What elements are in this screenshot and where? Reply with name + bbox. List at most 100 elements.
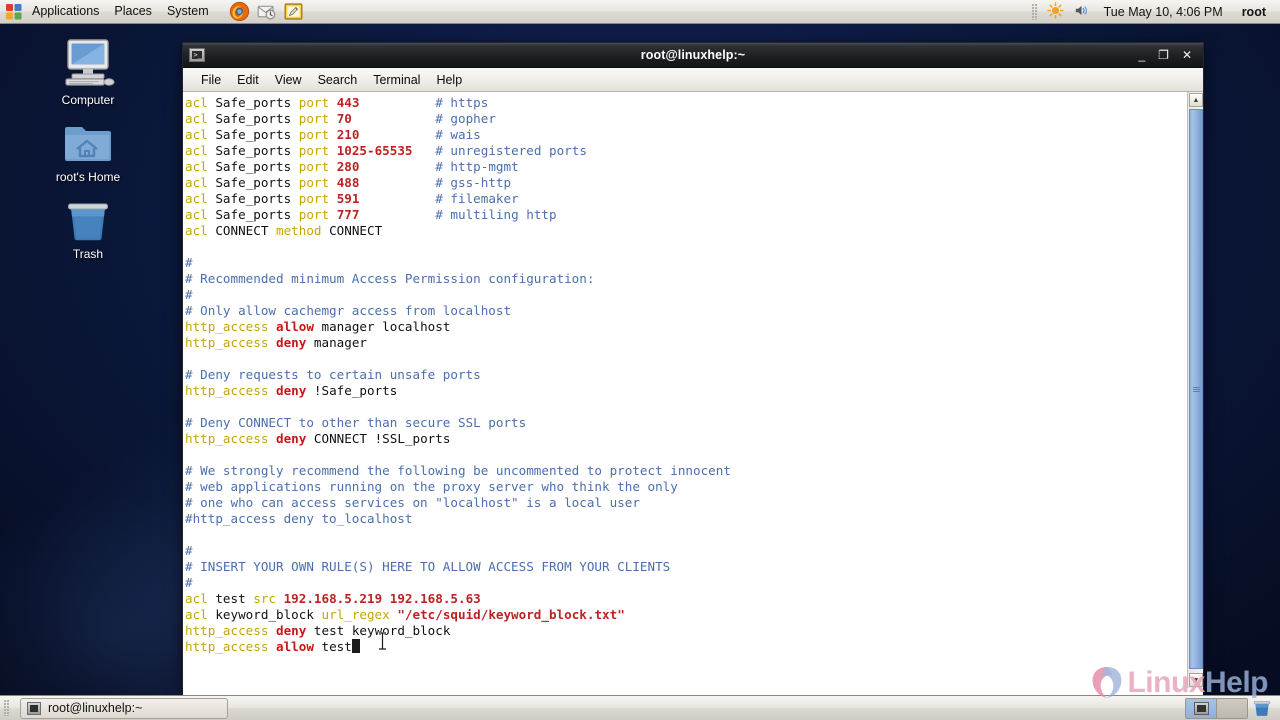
menu-system[interactable]: System [160,2,216,21]
vim-editor-content[interactable]: acl Safe_ports port 443 # https acl Safe_… [183,92,1187,688]
terminal-text-span: # filemaker [435,191,519,206]
terminal-text-span: deny [276,383,307,398]
maximize-button[interactable]: ❐ [1158,49,1169,61]
text-editor-icon[interactable] [283,1,304,22]
terminal-text-span: deny [276,335,307,350]
terminal-text-span: http_access [185,623,269,638]
desktop-icon-computer[interactable]: Computer [36,38,140,107]
terminal-text-span: 210 [336,127,360,142]
terminal-text-span: acl [185,591,208,606]
terminal-text-span: 280 [336,159,360,174]
terminal-text-span: test [207,591,254,606]
terminal-text-span: allow [276,639,314,654]
trash-applet-icon[interactable] [1252,698,1272,718]
taskbar-item-label: root@linuxhelp:~ [48,701,143,715]
terminal-text-span: test keyword_block [306,623,451,638]
menu-file[interactable]: File [193,71,229,89]
terminal-body[interactable]: acl Safe_ports port 443 # https acl Safe_… [183,92,1203,688]
terminal-line: http_access deny manager [185,335,1187,351]
scroll-down-arrow[interactable]: ▼ [1189,673,1203,687]
terminal-text-span: CONNECT [207,223,276,238]
menu-search[interactable]: Search [310,71,366,89]
terminal-line: # Recommended minimum Access Permission … [185,271,1187,287]
terminal-text-span: # https [435,95,489,110]
gnome-foot-logo-icon[interactable] [5,3,23,21]
brightness-icon[interactable] [1046,1,1064,22]
terminal-text-span: # [185,575,193,590]
volume-icon[interactable] [1073,2,1090,22]
terminal-line: # Deny requests to certain unsafe ports [185,367,1187,383]
trash-icon [36,192,140,242]
terminal-line: acl Safe_ports port 210 # wais [185,127,1187,143]
panel-grip [4,700,10,716]
close-button[interactable]: ✕ [1182,49,1192,61]
terminal-text-span: 488 [336,175,360,190]
terminal-line: acl Safe_ports port 1025-65535 # unregis… [185,143,1187,159]
firefox-icon[interactable] [229,1,250,22]
terminal-text-span: test [313,639,352,654]
terminal-text-span [359,159,435,174]
terminal-text-span: acl [185,159,208,174]
panel-username[interactable]: root [1237,4,1271,20]
terminal-line: # one who can access services on "localh… [185,495,1187,511]
scroll-up-arrow[interactable]: ▲ [1189,93,1203,107]
panel-launchers [229,1,304,22]
terminal-text-span: acl [185,127,208,142]
terminal-text-span: port [298,143,330,158]
terminal-line: acl CONNECT method CONNECT [185,223,1187,239]
terminal-title-bar[interactable]: >_ root@linuxhelp:~ _ ❐ ✕ [183,43,1203,68]
terminal-line: # [185,543,1187,559]
terminal-line: acl Safe_ports port 488 # gss-http [185,175,1187,191]
terminal-line: # [185,255,1187,271]
terminal-text-span: acl [185,143,208,158]
home-folder-icon [36,115,140,165]
terminal-line: http_access allow manager localhost [185,319,1187,335]
panel-clock[interactable]: Tue May 10, 4:06 PM [1099,4,1228,20]
bottom-panel: root@linuxhelp:~ [0,695,1280,720]
terminal-text-span: Safe_ports [207,111,299,126]
terminal-text-span: http_access [185,639,269,654]
terminal-text-span: acl [185,111,208,126]
workspace-2[interactable] [1217,698,1247,718]
menu-view[interactable]: View [267,71,310,89]
terminal-scrollbar[interactable]: ▲ ▼ [1187,92,1203,688]
terminal-text-span: # [185,255,193,270]
menu-applications[interactable]: Applications [25,2,106,21]
terminal-text-span: 70 [336,111,352,126]
panel-status-area: Tue May 10, 4:06 PM root [1031,1,1280,22]
minimize-button[interactable]: _ [1138,49,1145,61]
desktop-icon-label: root's Home [55,170,121,184]
terminal-line: # We strongly recommend the following be… [185,463,1187,479]
workspace-switcher[interactable] [1185,697,1248,719]
terminal-text-span [329,175,337,190]
terminal-line: # [185,575,1187,591]
desktop-icon-home[interactable]: root's Home [36,115,140,184]
terminal-text-span: # Deny requests to certain unsafe ports [185,367,481,382]
terminal-text-span: # [185,543,193,558]
terminal-text-span: port [298,159,330,174]
terminal-text-span: allow [276,319,314,334]
terminal-text-span: # gopher [435,111,496,126]
menu-terminal[interactable]: Terminal [365,71,428,89]
terminal-text-span: Safe_ports [207,191,299,206]
menu-help[interactable]: Help [428,71,470,89]
terminal-text-span: 591 [336,191,360,206]
terminal-text-span [268,319,276,334]
terminal-text-span [329,143,337,158]
terminal-text-span: port [298,175,330,190]
window-controls: _ ❐ ✕ [1138,49,1203,61]
terminal-window[interactable]: >_ root@linuxhelp:~ _ ❐ ✕ File Edit View… [182,42,1204,710]
desktop-icon-trash[interactable]: Trash [36,192,140,261]
workspace-1[interactable] [1186,698,1217,718]
scrollbar-thumb[interactable] [1189,109,1203,669]
terminal-text-span [268,431,276,446]
desktop-icon-label: Computer [61,93,115,107]
menu-edit[interactable]: Edit [229,71,267,89]
menu-places[interactable]: Places [107,2,159,21]
terminal-text-span [359,175,435,190]
evolution-mail-icon[interactable] [256,1,277,22]
taskbar-item-terminal[interactable]: root@linuxhelp:~ [20,697,228,719]
